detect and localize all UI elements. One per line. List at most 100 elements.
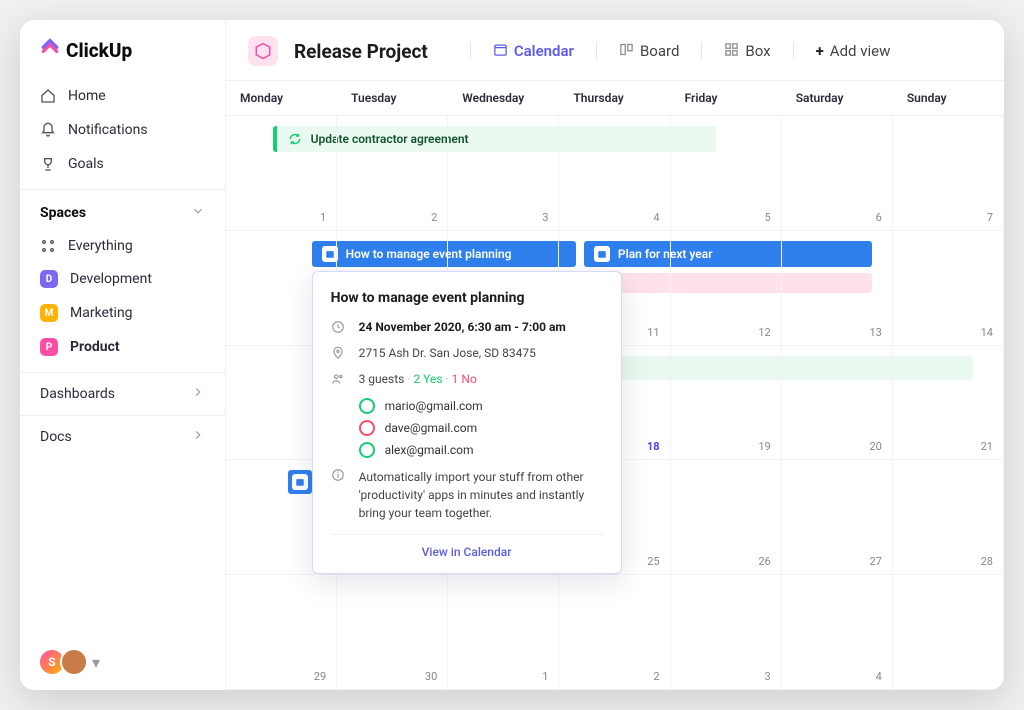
space-label: Everything <box>68 238 133 254</box>
chevron-down-icon <box>191 204 205 222</box>
logo-icon <box>40 38 60 63</box>
location-icon <box>331 346 347 360</box>
view-calendar[interactable]: Calendar <box>487 38 580 65</box>
popover-location: 2715 Ash Dr. San Jose, SD 83475 <box>359 346 536 360</box>
guest-status-icon <box>359 398 375 414</box>
date-number: 1 <box>320 211 326 224</box>
board-icon <box>619 42 634 61</box>
calendar-cell[interactable]: 21 <box>893 346 1004 461</box>
nav-label: Home <box>68 88 106 104</box>
guest-email: dave@gmail.com <box>385 421 478 435</box>
nav-home[interactable]: Home <box>20 79 225 113</box>
weekday: Thursday <box>559 81 670 115</box>
date-number: 18 <box>647 440 660 453</box>
user-avatars[interactable]: S ▾ <box>20 648 225 676</box>
date-number: 28 <box>981 555 993 568</box>
calendar-cell[interactable]: 3 <box>671 575 782 690</box>
space-badge: D <box>40 270 58 288</box>
view-box[interactable]: Box <box>718 38 776 65</box>
space-badge: P <box>40 338 58 356</box>
view-label: Add view <box>830 42 891 60</box>
calendar-cell[interactable]: 5 <box>671 116 782 231</box>
calendar-cell[interactable]: 6 <box>782 116 893 231</box>
space-everything[interactable]: Everything <box>20 230 225 262</box>
dashboards-section[interactable]: Dashboards <box>20 372 225 415</box>
date-number: 4 <box>653 211 659 224</box>
chevron-right-icon <box>191 428 205 446</box>
calendar-grid: Update contractor agreement How to manag… <box>226 116 1004 690</box>
date-number: 2 <box>431 211 437 224</box>
chevron-right-icon <box>191 385 205 403</box>
guests-count: 3 guests <box>359 372 405 386</box>
calendar-cell[interactable]: 26 <box>671 460 782 575</box>
calendar-cell[interactable]: 2 <box>559 575 670 690</box>
brand-name: ClickUp <box>66 39 132 62</box>
date-number: 19 <box>758 440 770 453</box>
weekday: Saturday <box>782 81 893 115</box>
section-label: Dashboards <box>40 386 115 402</box>
calendar-cell[interactable]: 1 <box>226 116 337 231</box>
calendar-cell[interactable]: 13 <box>782 231 893 346</box>
info-icon <box>331 468 347 482</box>
date-number: 12 <box>758 326 770 339</box>
section-label: Docs <box>40 429 72 445</box>
calendar-cell[interactable]: 4 <box>782 575 893 690</box>
date-number: 3 <box>542 211 548 224</box>
nav-notifications[interactable]: Notifications <box>20 113 225 147</box>
date-number: 26 <box>758 555 770 568</box>
space-label: Marketing <box>70 305 133 321</box>
space-product[interactable]: P Product <box>20 330 225 364</box>
docs-section[interactable]: Docs <box>20 415 225 458</box>
calendar-cell[interactable]: 4 <box>559 116 670 231</box>
chevron-down-icon: ▾ <box>92 653 100 672</box>
nav-label: Goals <box>68 156 104 172</box>
popover-title: How to manage event planning <box>331 290 603 306</box>
weekday: Monday <box>226 81 337 115</box>
calendar-cell[interactable]: 14 <box>893 231 1004 346</box>
guests-yes: 2 Yes <box>413 372 442 386</box>
spaces-header[interactable]: Spaces <box>20 189 225 230</box>
calendar-cell[interactable]: 20 <box>782 346 893 461</box>
nav-label: Notifications <box>68 122 148 138</box>
space-development[interactable]: D Development <box>20 262 225 296</box>
calendar-cell[interactable]: 7 <box>893 116 1004 231</box>
guest-row: mario@gmail.com <box>359 398 603 414</box>
guest-row: alex@gmail.com <box>359 442 603 458</box>
date-number: 29 <box>314 670 326 683</box>
separator <box>793 42 794 60</box>
calendar-cell[interactable]: 12 <box>671 231 782 346</box>
trophy-icon <box>40 156 56 172</box>
calendar-cell[interactable]: 3 <box>448 116 559 231</box>
date-number: 11 <box>647 326 659 339</box>
nav-goals[interactable]: Goals <box>20 147 225 181</box>
calendar-cell[interactable]: 19 <box>671 346 782 461</box>
date-number: 5 <box>765 211 771 224</box>
topbar: Release Project Calendar Board <box>226 20 1004 81</box>
guest-email: mario@gmail.com <box>385 399 483 413</box>
calendar-cell[interactable]: 27 <box>782 460 893 575</box>
view-board[interactable]: Board <box>613 38 685 65</box>
view-label: Box <box>745 42 770 60</box>
popover-datetime: 24 November 2020, 6:30 am - 7:00 am <box>359 320 566 334</box>
date-number: 2 <box>653 670 659 683</box>
brand-logo[interactable]: ClickUp <box>20 38 225 79</box>
home-icon <box>40 88 56 104</box>
date-number: 13 <box>869 326 881 339</box>
date-number: 21 <box>981 440 993 453</box>
calendar-cell[interactable]: 28 <box>893 460 1004 575</box>
date-number: 30 <box>425 670 437 683</box>
calendar-cell[interactable]: 2 <box>337 116 448 231</box>
calendar-cell[interactable]: 1 <box>448 575 559 690</box>
view-label: Calendar <box>514 42 574 60</box>
calendar-cell[interactable]: 29 <box>226 575 337 690</box>
guest-row: dave@gmail.com <box>359 420 603 436</box>
add-view[interactable]: + Add view <box>810 38 897 64</box>
calendar-cell[interactable]: 30 <box>337 575 448 690</box>
weekday: Wednesday <box>448 81 559 115</box>
weekday-header: Monday Tuesday Wednesday Thursday Friday… <box>226 81 1004 116</box>
guest-status-icon <box>359 420 375 436</box>
view-in-calendar-link[interactable]: View in Calendar <box>331 534 603 563</box>
calendar-cell[interactable] <box>893 575 1004 690</box>
space-marketing[interactable]: M Marketing <box>20 296 225 330</box>
date-number: 4 <box>876 670 882 683</box>
